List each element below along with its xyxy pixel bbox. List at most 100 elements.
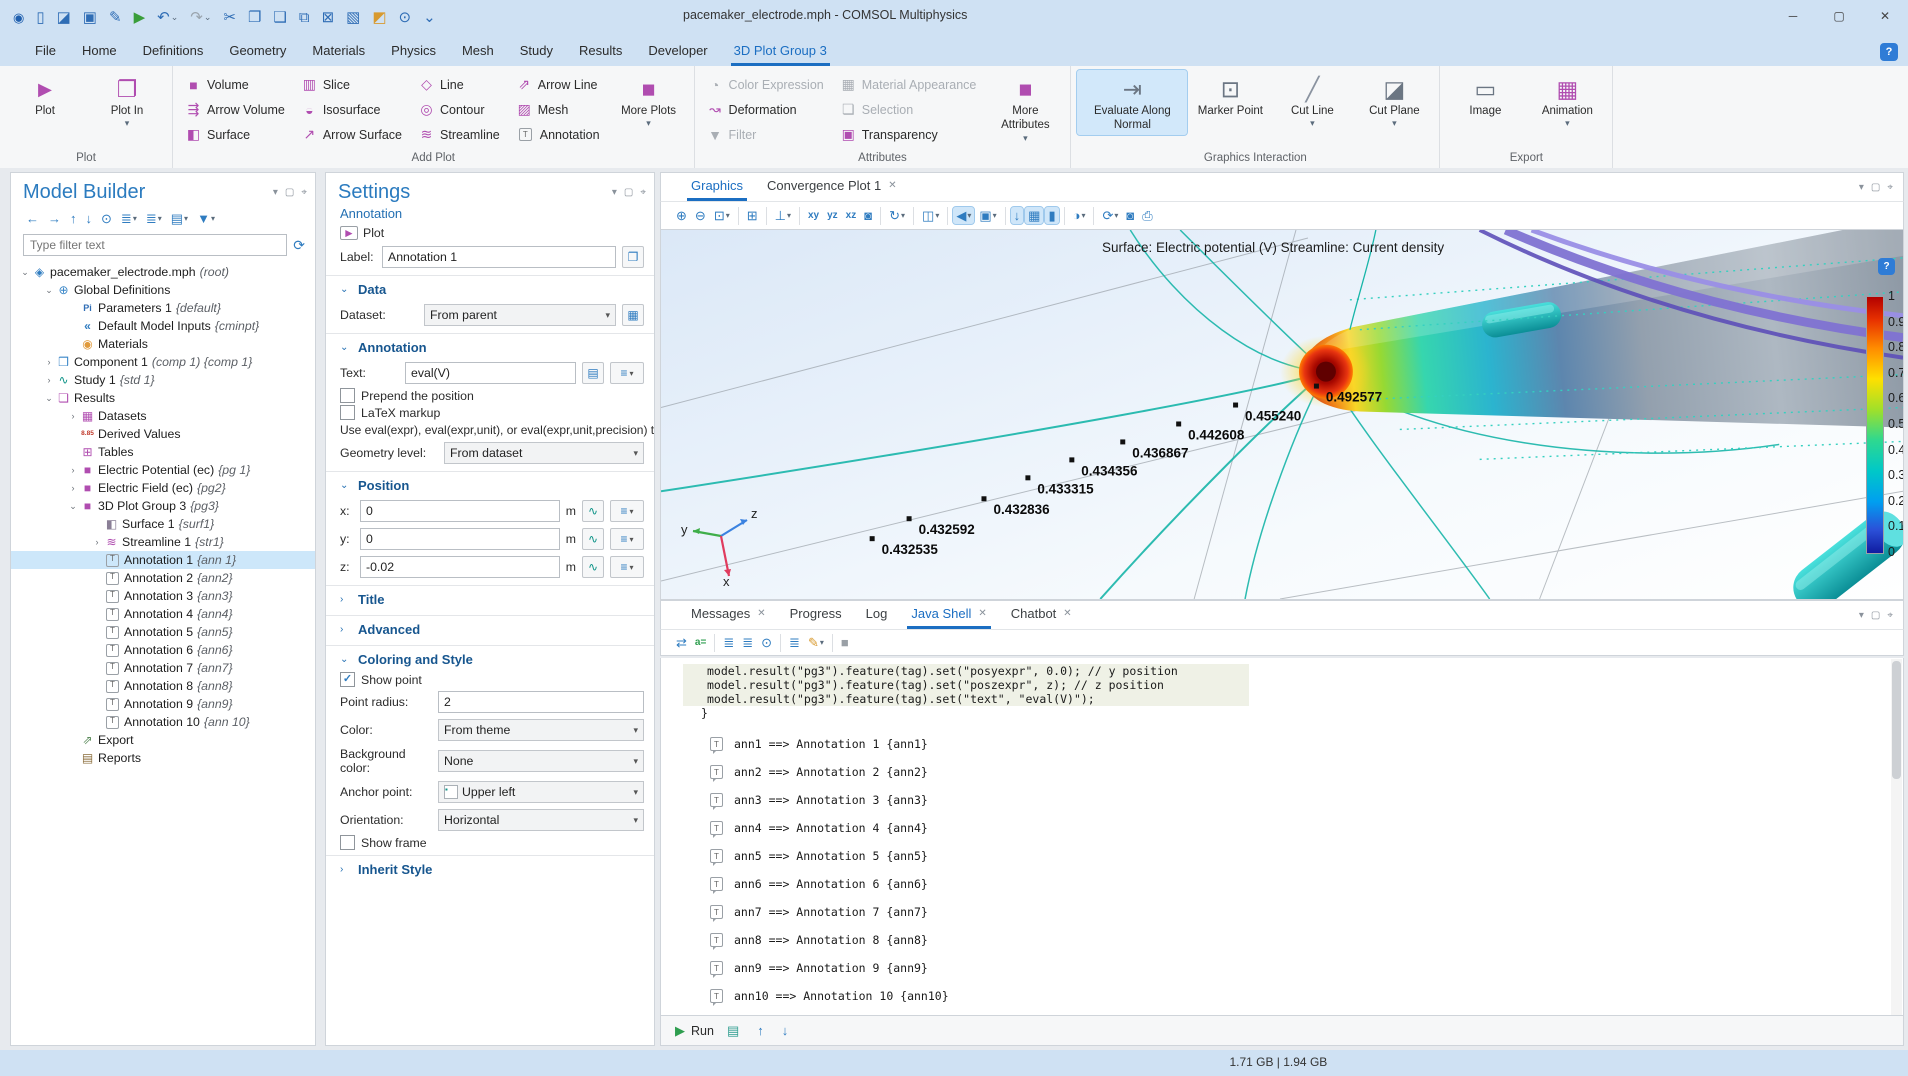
- section-inherit-style[interactable]: › Inherit Style: [326, 855, 654, 881]
- tree-node-component-1[interactable]: ›❒Component 1(comp 1) {comp 1}: [11, 353, 315, 371]
- range-button[interactable]: ∿: [582, 528, 604, 550]
- close-icon[interactable]: ✕: [978, 608, 986, 619]
- tab-home[interactable]: Home: [69, 37, 130, 66]
- chevron-right-icon[interactable]: ›: [67, 483, 79, 493]
- ribbon-more-attributes[interactable]: ■More Attributes▾: [986, 70, 1064, 146]
- ribbon-contour[interactable]: ◎Contour: [412, 97, 506, 122]
- tree-node-pacemaker-electrode-mph[interactable]: ⌄◈pacemaker_electrode.mph(root): [11, 263, 315, 281]
- close-icon[interactable]: ✕: [1862, 0, 1908, 32]
- tree-node-parameters-1[interactable]: PiParameters 1{default}: [11, 299, 315, 317]
- tree-node-annotation-6[interactable]: TAnnotation 6{ann6}: [11, 641, 315, 659]
- z-input[interactable]: [360, 556, 560, 578]
- chevron-down-icon[interactable]: ⌄: [43, 285, 55, 296]
- chevron-right-icon[interactable]: ›: [43, 375, 55, 385]
- zoom-select-icon[interactable]: ◩: [367, 8, 391, 27]
- panel-pin-icon[interactable]: ⌖: [301, 187, 307, 198]
- java-shell-output[interactable]: model.result("pg3").feature(tag).set("po…: [660, 658, 1904, 1016]
- tree-node-electric-potential-ec-[interactable]: ›■Electric Potential (ec){pg 1}: [11, 461, 315, 479]
- rotate-icon[interactable]: ↻▾: [886, 207, 908, 224]
- tree-node-annotation-7[interactable]: TAnnotation 7{ann7}: [11, 659, 315, 677]
- variables-icon[interactable]: a=: [692, 636, 709, 650]
- ribbon-arrow-volume[interactable]: ⇶Arrow Volume: [179, 97, 291, 122]
- run-button[interactable]: ▶ Run: [675, 1024, 714, 1038]
- expand-icon[interactable]: ≣▾: [118, 210, 140, 227]
- zoom-out-icon[interactable]: ⊖: [692, 207, 709, 224]
- console-tab-chatbot[interactable]: Chatbot✕: [999, 600, 1084, 629]
- search-icon[interactable]: ⊙: [394, 8, 417, 27]
- background-color-select[interactable]: None▾: [438, 750, 644, 772]
- panel-float-icon[interactable]: ▢: [1871, 182, 1880, 193]
- anchor-point-select[interactable]: ▪ Upper left▾: [438, 781, 644, 803]
- ribbon-plot[interactable]: ►Plot: [6, 70, 84, 120]
- tab-physics[interactable]: Physics: [378, 37, 449, 66]
- ribbon-deformation[interactable]: ↝Deformation: [701, 97, 830, 122]
- z-menu-button[interactable]: ≡▾: [610, 556, 644, 578]
- ribbon-isosurface[interactable]: ◒Isosurface: [295, 97, 408, 122]
- tree-node-annotation-5[interactable]: TAnnotation 5{ann5}: [11, 623, 315, 641]
- graphics-tab-graphics[interactable]: Graphics: [679, 172, 755, 201]
- ribbon-evaluate-along-normal[interactable]: ⇥Evaluate Along Normal: [1077, 70, 1187, 135]
- snapshot-icon[interactable]: ◙: [1123, 207, 1137, 224]
- tree-node-results[interactable]: ⌄❏Results: [11, 389, 315, 407]
- panel-collapse-icon[interactable]: ▾: [1859, 182, 1864, 193]
- edit-dataset-button[interactable]: ▦: [622, 304, 644, 326]
- close-icon[interactable]: ✕: [888, 180, 896, 191]
- format-icon[interactable]: ✎▾: [805, 634, 827, 651]
- plot-in-window-button[interactable]: ❐: [622, 246, 644, 268]
- clear-console-icon[interactable]: ⇄: [673, 634, 690, 651]
- scene-camera-icon[interactable]: ◙: [861, 207, 875, 224]
- x-menu-button[interactable]: ≡▾: [610, 500, 644, 522]
- sound-icon[interactable]: ◀▾: [953, 207, 974, 224]
- section-coloring-style[interactable]: ⌄ Coloring and Style: [326, 645, 654, 671]
- show-icon[interactable]: ⊙: [98, 210, 115, 227]
- show-frame-checkbox[interactable]: [340, 835, 355, 850]
- tab-developer[interactable]: Developer: [635, 37, 720, 66]
- ribbon-marker-point[interactable]: ⊡Marker Point: [1191, 70, 1269, 120]
- ribbon-cut-plane[interactable]: ◪Cut Plane▾: [1355, 70, 1433, 131]
- save-as-icon[interactable]: ✎: [104, 8, 127, 27]
- tree-node-streamline-1[interactable]: ›≋Streamline 1{str1}: [11, 533, 315, 551]
- tree-node-annotation-2[interactable]: TAnnotation 2{ann2}: [11, 569, 315, 587]
- scroll-up-icon[interactable]: ↑: [754, 1022, 767, 1039]
- help-icon[interactable]: ?: [1878, 258, 1895, 275]
- tab-definitions[interactable]: Definitions: [130, 37, 217, 66]
- y-menu-button[interactable]: ≡▾: [610, 528, 644, 550]
- run-icon[interactable]: ▶: [129, 8, 151, 27]
- new-file-icon[interactable]: ▯: [31, 8, 49, 27]
- color-select[interactable]: From theme▾: [438, 719, 644, 741]
- orientation-select[interactable]: Horizontal▾: [438, 809, 644, 831]
- panel-float-icon[interactable]: ▢: [1871, 610, 1880, 621]
- ribbon-animation[interactable]: ▦Animation▾: [1528, 70, 1606, 131]
- forward-icon[interactable]: →: [45, 210, 64, 227]
- chevron-right-icon[interactable]: ›: [67, 411, 79, 421]
- tab-results[interactable]: Results: [566, 37, 635, 66]
- grid-toggle-icon[interactable]: ▦: [1025, 207, 1043, 224]
- tab-materials[interactable]: Materials: [299, 37, 378, 66]
- tree-node-annotation-4[interactable]: TAnnotation 4{ann4}: [11, 605, 315, 623]
- open-icon[interactable]: ◪: [52, 8, 76, 27]
- ribbon-more-plots[interactable]: ■More Plots▾: [610, 70, 688, 131]
- tab-3d-plot-group-3[interactable]: 3D Plot Group 3: [721, 37, 840, 66]
- chevron-down-icon[interactable]: ⌄: [43, 393, 55, 404]
- tree-node-3d-plot-group-3[interactable]: ⌄■3D Plot Group 3{pg3}: [11, 497, 315, 515]
- duplicate-icon[interactable]: ⧉: [294, 8, 315, 27]
- customize-icon[interactable]: ⌄: [418, 8, 441, 27]
- console-tab-progress[interactable]: Progress: [778, 600, 854, 629]
- ribbon-slice[interactable]: ▥Slice: [295, 72, 408, 97]
- dataset-select[interactable]: From parent▾: [424, 304, 616, 326]
- select-box-icon[interactable]: ▧: [341, 8, 365, 27]
- graphics-tab-convergence-plot-1[interactable]: Convergence Plot 1✕: [755, 172, 909, 201]
- paste-icon[interactable]: ❑: [268, 8, 291, 27]
- x-input[interactable]: [360, 500, 560, 522]
- ribbon-cut-line[interactable]: ╱Cut Line▾: [1273, 70, 1351, 131]
- section-data[interactable]: ⌄ Data: [326, 275, 654, 301]
- view-yz-icon[interactable]: yz: [824, 209, 841, 223]
- chevron-down-icon[interactable]: ⌄: [67, 501, 79, 512]
- filter-input[interactable]: [23, 234, 287, 256]
- indent-more-icon[interactable]: ≣: [720, 634, 737, 651]
- tree-node-materials[interactable]: ◉Materials: [11, 335, 315, 353]
- show-point-checkbox[interactable]: ✓: [340, 672, 355, 687]
- plot-canvas[interactable]: 0.4925770.4552400.4426080.4368670.434356…: [660, 230, 1904, 600]
- line-style-icon[interactable]: ≣: [786, 634, 803, 651]
- update-plot-icon[interactable]: ⟳▾: [1099, 207, 1121, 224]
